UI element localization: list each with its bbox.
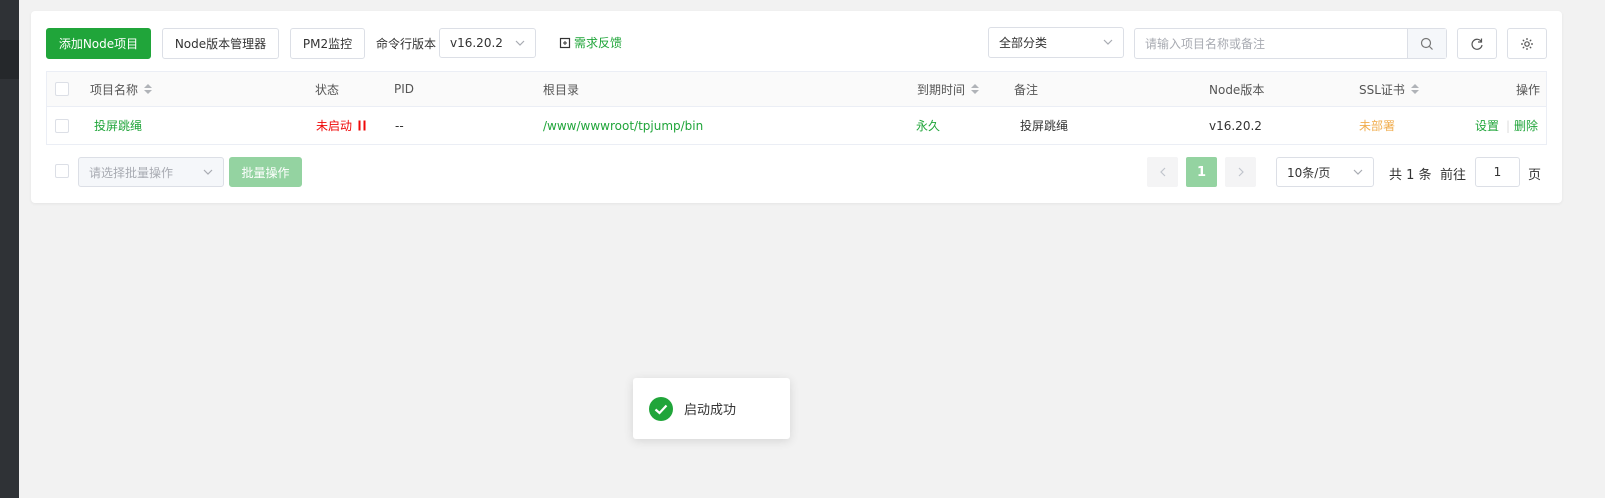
feedback-link[interactable]: 需求反馈 — [559, 34, 622, 51]
edit-icon — [559, 37, 571, 48]
check-circle-icon — [649, 396, 673, 421]
chevron-down-icon — [515, 40, 525, 46]
column-ssl[interactable]: SSL证书 — [1359, 72, 1419, 106]
sort-icon[interactable] — [1410, 84, 1419, 94]
pause-icon — [358, 120, 366, 131]
chevron-right-icon — [1238, 167, 1244, 177]
goto-label: 前往 — [1440, 168, 1467, 183]
table-header: 项目名称 状态 PID 根目录 到期时间 备注 Node版本 SSL证书 操作 — [47, 72, 1546, 107]
cli-version-label: 命令行版本 — [376, 37, 437, 51]
node-version-value: v16.20.2 — [1209, 118, 1262, 133]
page-number-current[interactable]: 1 — [1186, 157, 1217, 187]
pm2-monitor-button[interactable]: PM2监控 — [290, 28, 365, 59]
batch-operation-select[interactable]: 请选择批量操作 — [78, 157, 224, 187]
column-name-label: 项目名称 — [90, 82, 139, 97]
feedback-label: 需求反馈 — [574, 36, 623, 50]
success-toast: 启动成功 — [633, 378, 790, 439]
search-input[interactable] — [1135, 29, 1407, 58]
column-actions: 操作 — [1516, 82, 1541, 97]
page-suffix-label: 页 — [1528, 168, 1542, 183]
batch-operation-button[interactable]: 批量操作 — [229, 157, 302, 187]
settings-action-link[interactable]: 设置 — [1475, 107, 1499, 144]
goto-page-input[interactable]: 1 — [1475, 157, 1520, 187]
row-checkbox[interactable] — [55, 107, 69, 144]
project-table: 项目名称 状态 PID 根目录 到期时间 备注 Node版本 SSL证书 操作 … — [46, 71, 1547, 145]
delete-action-link[interactable]: 删除 — [1514, 107, 1538, 144]
page-size-value: 10条/页 — [1287, 165, 1331, 180]
chevron-down-icon — [203, 169, 213, 175]
root-path-link[interactable]: /www/wwwroot/tpjump/bin — [543, 107, 703, 144]
refresh-icon — [1471, 38, 1483, 50]
search-button[interactable] — [1407, 29, 1446, 58]
ssl-status-link[interactable]: 未部署 — [1359, 107, 1395, 144]
total-count: 共 1 条 — [1389, 168, 1432, 183]
sort-icon[interactable] — [144, 84, 153, 94]
node-version-manager-button[interactable]: Node版本管理器 — [162, 28, 279, 59]
category-value: 全部分类 — [999, 36, 1048, 50]
chevron-left-icon — [1159, 167, 1165, 177]
table-row: 投屏跳绳 未启动 -- /www/wwwroot/tpjump/bin 永久 投… — [47, 107, 1546, 144]
project-panel: 添加Node项目 Node版本管理器 PM2监控 命令行版本 v16.20.2 … — [31, 11, 1562, 203]
status-label: 未启动 — [316, 119, 353, 133]
chevron-down-icon — [1103, 39, 1113, 45]
settings-button[interactable] — [1507, 28, 1547, 59]
prev-page-button[interactable] — [1147, 157, 1178, 187]
column-pid: PID — [394, 82, 415, 96]
sidebar-strip — [0, 0, 19, 498]
next-page-button[interactable] — [1225, 157, 1256, 187]
sort-icon[interactable] — [971, 84, 980, 94]
project-search — [1134, 28, 1447, 59]
batch-operation-placeholder: 请选择批量操作 — [89, 165, 174, 180]
add-node-project-button[interactable]: 添加Node项目 — [46, 28, 151, 59]
remark-value[interactable]: 投屏跳绳 — [1020, 107, 1068, 144]
column-expire-label: 到期时间 — [917, 82, 966, 97]
column-name[interactable]: 项目名称 — [90, 72, 153, 106]
column-status: 状态 — [315, 82, 340, 97]
expire-value[interactable]: 永久 — [916, 107, 940, 144]
search-icon — [1420, 37, 1433, 50]
cli-version-value: v16.20.2 — [450, 36, 503, 50]
action-separator: | — [1506, 118, 1511, 133]
sidebar-active-item[interactable] — [0, 40, 19, 79]
cli-version-select[interactable]: v16.20.2 — [439, 28, 536, 58]
gear-icon — [1521, 37, 1533, 50]
column-root: 根目录 — [543, 82, 580, 97]
project-name-link[interactable]: 投屏跳绳 — [94, 107, 142, 144]
batch-checkbox[interactable] — [55, 164, 69, 181]
pid-value: -- — [395, 118, 404, 133]
column-remark: 备注 — [1014, 82, 1039, 97]
refresh-button[interactable] — [1457, 28, 1497, 59]
page-size-select[interactable]: 10条/页 — [1276, 157, 1374, 187]
category-select[interactable]: 全部分类 — [988, 27, 1124, 58]
chevron-down-icon — [1353, 169, 1363, 175]
toast-message: 启动成功 — [684, 403, 737, 418]
column-ssl-label: SSL证书 — [1359, 82, 1405, 97]
status-toggle[interactable]: 未启动 — [316, 107, 366, 144]
select-all-checkbox[interactable] — [55, 72, 69, 106]
column-node-version: Node版本 — [1209, 82, 1265, 97]
column-expire[interactable]: 到期时间 — [917, 72, 980, 106]
